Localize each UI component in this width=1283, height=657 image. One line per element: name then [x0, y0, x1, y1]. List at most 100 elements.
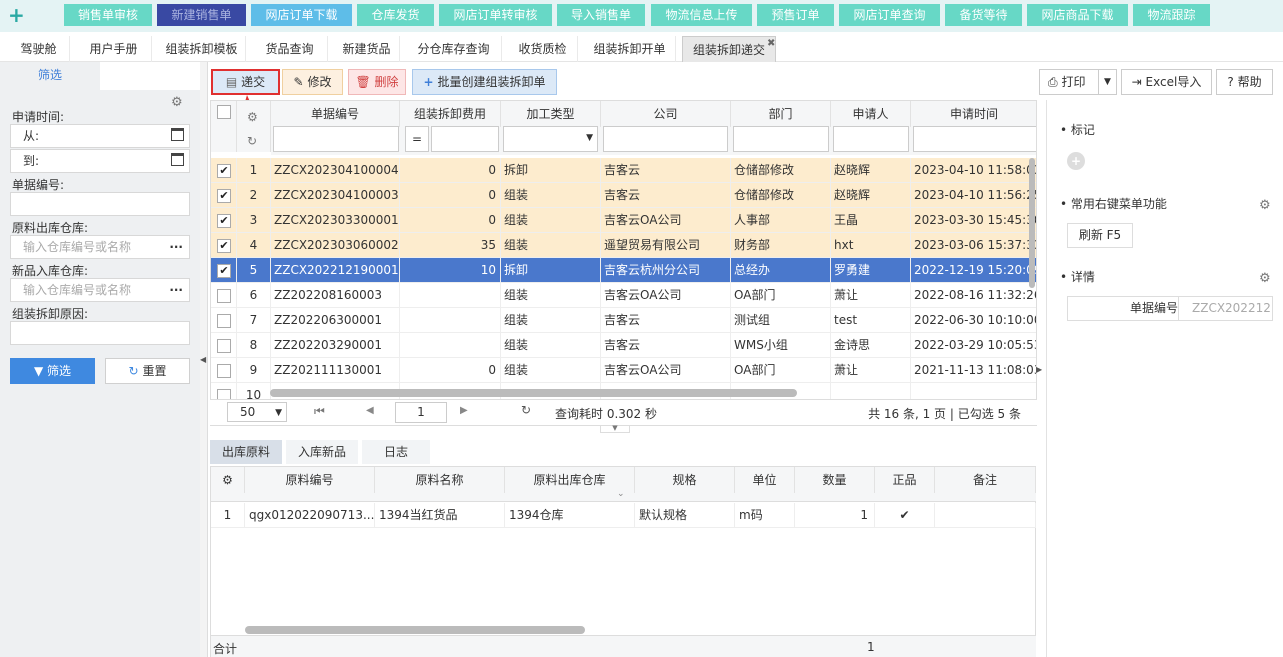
table-row[interactable]: 8 ZZ202203290001 组装 吉客云 WMS小组 金诗思 2022-03-29 1… — [211, 333, 1036, 358]
filter-button[interactable]: ▼ 筛选 — [10, 358, 95, 384]
table-row[interactable]: ✔ 4 ZZCX202303060002 35 组装 遥望贸易有限公司 财务部 hxt 2023… — [211, 233, 1036, 258]
filter-settings-gear-icon[interactable]: ⚙ — [171, 95, 183, 110]
row-checkbox[interactable]: ✔ — [217, 264, 231, 278]
row-checkbox[interactable] — [217, 289, 231, 303]
filter-fee-op[interactable]: = — [405, 126, 429, 152]
menu-settings-gear-icon[interactable]: ⚙ — [1259, 198, 1271, 213]
calendar-icon[interactable] — [171, 153, 184, 166]
filter-dept[interactable] — [733, 126, 829, 152]
header-applicant[interactable]: 申请人 — [831, 101, 911, 127]
tab-in-goods[interactable]: 入库新品 — [286, 440, 358, 464]
top-btn-logistics-upload[interactable]: 物流信息上传 — [651, 4, 752, 26]
tab-assembly-template[interactable]: 组装拆卸模板 — [158, 36, 246, 62]
filter-fee[interactable] — [431, 126, 499, 152]
header-company[interactable]: 公司 — [601, 101, 731, 127]
top-btn-order-to-review[interactable]: 网店订单转审核 — [439, 4, 552, 26]
delete-button[interactable]: 🗑 删除 — [348, 69, 406, 95]
top-btn-sales-review[interactable]: 销售单审核 — [64, 4, 152, 26]
row-checkbox[interactable] — [217, 314, 231, 328]
header-qty[interactable]: 数量 — [795, 467, 875, 493]
grid-refresh-icon[interactable]: ↻ — [247, 128, 257, 154]
grid-settings-gear-icon[interactable]: ⚙ — [247, 104, 258, 130]
header-material-name[interactable]: 原料名称 — [375, 467, 505, 493]
row-checkbox[interactable]: ✔ — [217, 239, 231, 253]
table-row[interactable]: ✔ 1 ZZCX202304100004 0 拆卸 吉客云 仓储部修改 赵晓辉 2023-04-… — [211, 158, 1036, 183]
batch-create-button[interactable]: + 批量创建组装拆卸单 — [412, 69, 557, 95]
header-note[interactable]: 备注 — [935, 467, 1036, 493]
reason-input[interactable] — [10, 321, 190, 345]
filter-apply-time[interactable] — [913, 126, 1036, 152]
more-dots-icon[interactable]: ··· — [169, 236, 183, 258]
table-row[interactable]: ✔ 2 ZZCX202304100003 0 组装 吉客云 仓储部修改 赵晓辉 2023-04-… — [211, 183, 1036, 208]
top-btn-logistics-track[interactable]: 物流跟踪 — [1133, 4, 1210, 26]
reload-icon[interactable]: ↻ — [521, 403, 531, 417]
edit-button[interactable]: ✎ 修改 — [282, 69, 343, 95]
tab-goods-query[interactable]: 货品查询 — [252, 36, 328, 62]
header-spec[interactable]: 规格 — [635, 467, 735, 493]
row-checkbox[interactable]: ✔ — [217, 189, 231, 203]
collapse-down-icon[interactable]: ▼ — [600, 425, 630, 433]
tab-warehouse-stock[interactable]: 分仓库存查询 — [406, 36, 502, 62]
bottom-settings-gear-icon[interactable]: ⚙ — [211, 467, 245, 493]
row-checkbox[interactable]: ✔ — [217, 164, 231, 178]
header-out-warehouse[interactable]: 原料出库仓库 — [505, 467, 635, 493]
date-from-field[interactable]: 从: — [10, 124, 190, 148]
top-btn-order-download[interactable]: 网店订单下载 — [251, 4, 352, 26]
top-btn-ship[interactable]: 仓库发货 — [357, 4, 434, 26]
table-row[interactable]: ✔ 5 ZZCX202212190001 10 拆卸 吉客云杭州分公司 总经办 罗勇建 2022… — [211, 258, 1036, 283]
filter-doc-no[interactable] — [273, 126, 399, 152]
filter-company[interactable] — [603, 126, 728, 152]
header-dept[interactable]: 部门 — [731, 101, 831, 127]
more-dots-icon[interactable]: ··· — [169, 279, 183, 301]
row-checkbox[interactable] — [217, 364, 231, 378]
grid-horizontal-scrollbar[interactable] — [270, 389, 797, 397]
top-btn-goods-download[interactable]: 网店商品下载 — [1027, 4, 1128, 26]
prev-page-icon[interactable]: ◀ — [366, 405, 374, 416]
excel-import-button[interactable]: ⇥ Excel导入 — [1121, 69, 1212, 95]
tab-manual[interactable]: 用户手册 — [76, 36, 152, 62]
top-btn-new-sales[interactable]: 新建销售单 — [157, 4, 246, 26]
bottom-horizontal-scrollbar[interactable] — [245, 626, 585, 634]
top-btn-order-query[interactable]: 网店订单查询 — [839, 4, 940, 26]
filter-applicant[interactable] — [833, 126, 909, 152]
tab-inspection[interactable]: 收货质检 — [508, 36, 578, 62]
header-genuine[interactable]: 正品 — [875, 467, 935, 493]
tab-assembly-open[interactable]: 组装拆卸开单 — [584, 36, 676, 62]
grid-vertical-scrollbar[interactable] — [1029, 158, 1035, 288]
next-page-icon[interactable]: ▶ — [460, 405, 468, 416]
first-page-icon[interactable]: ⏮ — [314, 404, 325, 419]
filter-tab[interactable]: 筛选 — [0, 62, 100, 90]
row-checkbox[interactable]: ✔ — [217, 214, 231, 228]
collapse-left-icon[interactable]: ◀ — [200, 355, 206, 364]
add-mark-icon[interactable]: + — [1067, 152, 1085, 170]
table-row[interactable]: 9 ZZ202111130001 0 组装 吉客云OA公司 OA部门 萧让 2021-11-1… — [211, 358, 1036, 383]
in-warehouse-input[interactable]: 输入仓库编号或名称 ··· — [10, 278, 190, 302]
header-fee[interactable]: 组装拆卸费用 — [400, 101, 501, 127]
print-button[interactable]: ⎙ 打印 ▼ — [1039, 69, 1117, 95]
filter-tab-blank[interactable] — [100, 62, 200, 90]
tab-close-icon[interactable]: ✖ — [767, 38, 775, 49]
collapse-right-icon[interactable]: ▶ — [1036, 365, 1042, 374]
table-row[interactable]: ✔ 3 ZZCX202303300001 0 组装 吉客云OA公司 人事部 王晶 2023-03… — [211, 208, 1036, 233]
tab-cockpit[interactable]: 驾驶舱 — [8, 36, 70, 62]
filter-type-select[interactable]: ▼ — [503, 126, 598, 152]
header-apply-time[interactable]: 申请时间 — [911, 101, 1036, 127]
top-btn-import-sales[interactable]: 导入销售单 — [557, 4, 645, 26]
header-type[interactable]: 加工类型 — [501, 101, 601, 127]
top-btn-stock-wait[interactable]: 备货等待 — [945, 4, 1022, 26]
page-size-select[interactable]: 50 ▼ — [227, 402, 287, 422]
tab-log[interactable]: 日志 — [362, 440, 430, 464]
help-button[interactable]: ? 帮助 — [1216, 69, 1273, 95]
detail-settings-gear-icon[interactable]: ⚙ — [1259, 271, 1271, 286]
add-plus-icon[interactable]: + — [8, 4, 28, 26]
header-unit[interactable]: 单位 — [735, 467, 795, 493]
doc-no-input[interactable] — [10, 192, 190, 216]
tab-out-materials[interactable]: 出库原料 — [210, 440, 282, 464]
out-warehouse-input[interactable]: 输入仓库编号或名称 ··· — [10, 235, 190, 259]
print-dropdown-icon[interactable]: ▼ — [1098, 70, 1116, 94]
tab-assembly-submit[interactable]: 组装拆卸递交 — [682, 36, 776, 62]
table-row[interactable]: 6 ZZ202208160003 组装 吉客云OA公司 OA部门 萧让 2022-08-16… — [211, 283, 1036, 308]
date-to-field[interactable]: 到: — [10, 149, 190, 173]
row-checkbox[interactable] — [217, 389, 231, 399]
calendar-icon[interactable] — [171, 128, 184, 141]
